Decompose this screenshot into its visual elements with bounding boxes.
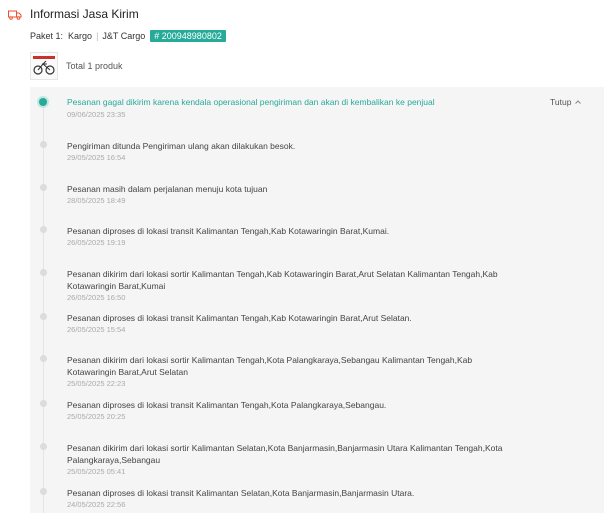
event-message: Pesanan dikirim dari lokasi sortir Kalim… (67, 269, 498, 291)
timeline-dot (40, 400, 47, 407)
truck-icon (8, 8, 22, 20)
event-time: 24/05/2025 22:56 (67, 500, 126, 509)
timeline-dot (40, 184, 47, 191)
tracking-timeline: Pesanan gagal dikirim karena kendala ope… (30, 87, 604, 513)
shipping-service: Kargo (68, 31, 93, 41)
timeline-dot (40, 488, 47, 495)
event-message: Pesanan diproses di lokasi transit Kalim… (67, 313, 412, 323)
product-image (33, 56, 55, 75)
timeline-dot (40, 313, 47, 320)
divider: | (96, 31, 99, 41)
event-message: Pesanan diproses di lokasi transit Kalim… (67, 226, 390, 236)
section-header: Informasi Jasa Kirim (8, 6, 139, 22)
product-summary: Total 1 produk (30, 52, 123, 80)
event-time: 26/05/2025 16:50 (67, 293, 126, 302)
timeline-dot (40, 443, 47, 450)
event-message: Pesanan masih dalam perjalanan menuju ko… (67, 184, 268, 194)
package-label: Paket 1: (30, 31, 64, 41)
collapse-label: Tutup (550, 97, 572, 107)
package-info: Paket 1: Kargo | J&T Cargo # 20094898080… (30, 30, 226, 42)
timeline-dot (40, 141, 47, 148)
timeline-dot-active (39, 98, 47, 106)
event-message: Pesanan dikirim dari lokasi sortir Kalim… (67, 355, 473, 377)
event-time: 28/05/2025 18:49 (67, 196, 126, 205)
event-message: Pesanan gagal dikirim karena kendala ope… (67, 97, 435, 107)
product-total: Total 1 produk (66, 61, 123, 71)
event-message: Pesanan diproses di lokasi transit Kalim… (67, 488, 415, 498)
product-thumbnail[interactable] (30, 52, 58, 80)
event-time: 25/05/2025 05:41 (67, 467, 126, 476)
section-title: Informasi Jasa Kirim (30, 7, 139, 21)
chevron-up-icon (575, 100, 582, 104)
event-time: 25/05/2025 20:25 (67, 412, 126, 421)
event-message: Pesanan diproses di lokasi transit Kalim… (67, 400, 387, 410)
event-message: Pengiriman ditunda Pengiriman ulang akan… (67, 141, 296, 151)
courier-name: J&T Cargo (102, 31, 146, 41)
timeline-dot (40, 269, 47, 276)
event-time: 26/05/2025 15:54 (67, 325, 126, 334)
collapse-toggle[interactable]: Tutup (550, 97, 582, 107)
event-message: Pesanan dikirim dari lokasi sortir Kalim… (67, 443, 503, 465)
event-time: 29/05/2025 16:54 (67, 153, 126, 162)
tracking-number-badge[interactable]: # 200948980802 (150, 30, 226, 42)
event-time: 26/05/2025 19:19 (67, 238, 126, 247)
timeline-dot (40, 355, 47, 362)
event-time: 09/06/2025 23:35 (67, 110, 126, 119)
timeline-dot (40, 226, 47, 233)
timeline-line (43, 101, 44, 513)
event-time: 25/05/2025 22:23 (67, 379, 126, 388)
